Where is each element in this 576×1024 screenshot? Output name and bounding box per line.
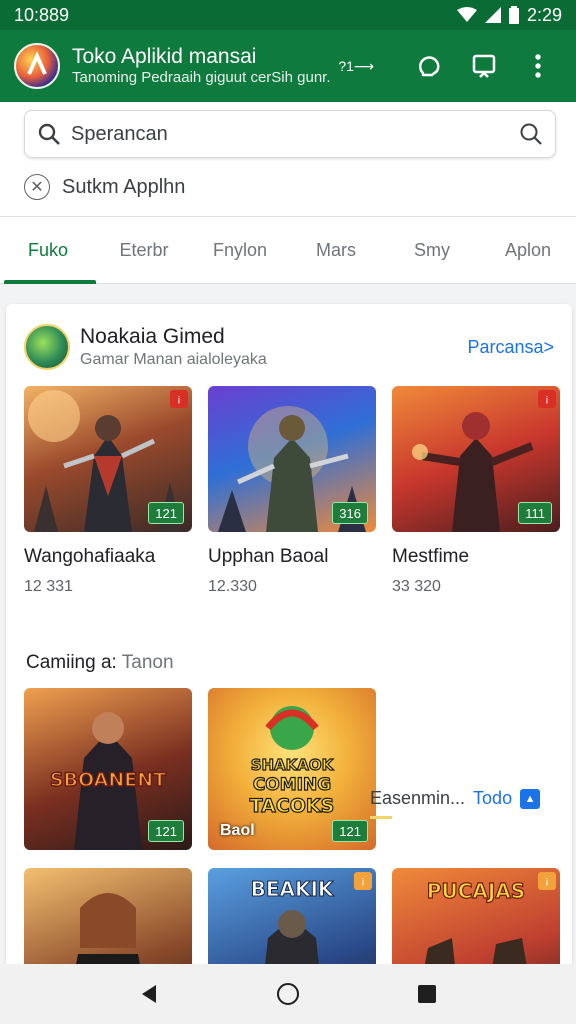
signal-icon: [484, 7, 501, 23]
battery-icon: [508, 6, 519, 24]
recents-icon: [417, 985, 436, 1003]
section-title: Noakaia Gimed: [80, 325, 225, 348]
rating-badge: 111: [518, 502, 552, 524]
game-name: Wangohafiaaka: [24, 546, 156, 567]
game-count: 12 331: [24, 578, 73, 595]
game-tile[interactable]: SHAKAOK COMING TACOKS Baol 121: [208, 688, 376, 850]
app-title-block: Toko Aplikid mansai Tanoming Pedraaih gi…: [72, 45, 338, 87]
tile-caption: Baol: [220, 822, 255, 839]
ad-badge-icon: ¡: [538, 872, 556, 890]
tab-smy[interactable]: Smy: [384, 217, 480, 283]
game-name: Upphan Baoal: [208, 546, 329, 567]
game-card[interactable]: ¡ 111 Mestfime 33 320: [392, 386, 560, 596]
game-tile[interactable]: SBOANENT 121: [24, 688, 192, 850]
accent-underline: [370, 816, 392, 819]
game-name: Mestfime: [392, 546, 470, 567]
rating-badge: 121: [148, 502, 184, 524]
tab-eterbr[interactable]: Eterbr: [96, 217, 192, 283]
recents-button[interactable]: [403, 970, 451, 1018]
search-submit-icon[interactable]: [519, 122, 543, 146]
game-tile[interactable]: BEAKIK ¡: [208, 868, 376, 964]
ad-badge-icon: ¡: [538, 390, 556, 408]
game-thumbnail[interactable]: 316: [208, 386, 376, 532]
games-card: Noakaia Gimed Gamar Manan aialoleyaka Pa…: [6, 304, 572, 964]
status-time: 10:889: [14, 4, 70, 25]
system-nav-bar: [0, 964, 576, 1024]
app-logo-icon[interactable]: [14, 43, 60, 89]
tab-fnylon[interactable]: Fnylon: [192, 217, 288, 283]
tile-title-line3: TACOKS: [250, 795, 335, 817]
tile-title-text: PUCAJAS: [427, 879, 525, 903]
todo-link[interactable]: Todo: [473, 788, 512, 809]
rating-badge: 121: [332, 820, 368, 842]
rating-badge: 121: [148, 820, 184, 842]
app-subtitle: Tanoming Pedraaih giguut cerSih gunr.: [72, 69, 331, 86]
tile-title-line1: SHAKAOK: [251, 756, 335, 774]
section2-title-text: Camiing a:: [26, 652, 117, 673]
home-icon: [276, 983, 299, 1005]
see-more-link[interactable]: Parcansa>: [467, 337, 554, 358]
game-card[interactable]: ¡ 121 Wangohafiaaka 12 331: [24, 386, 192, 596]
category-tabs: Fuko Eterbr Fnylon Mars Smy Aplon: [0, 216, 576, 284]
tile-title-line2: COMING: [253, 775, 331, 795]
install-icon[interactable]: ▲: [520, 788, 541, 809]
search-bar[interactable]: Sperancan: [24, 110, 556, 158]
tab-aplon[interactable]: Aplon: [480, 217, 576, 283]
status-bar: 10:889 2:29: [0, 0, 576, 30]
back-button[interactable]: [125, 970, 173, 1018]
section2-title-muted: Tanon: [121, 652, 174, 673]
clear-icon[interactable]: ✕: [24, 174, 50, 200]
tile-title-text: SBOANENT: [50, 769, 166, 791]
section-header: Noakaia Gimed Gamar Manan aialoleyaka Pa…: [24, 320, 554, 374]
game-card[interactable]: 316 Upphan Baoal 12.330: [208, 386, 376, 596]
section-subtitle: Gamar Manan aialoleyaka: [80, 351, 267, 368]
tile-title-text: BEAKIK: [251, 877, 335, 901]
status-clock: 2:29: [526, 4, 562, 25]
search-icon: [38, 123, 60, 145]
game-count: 12.330: [208, 578, 257, 595]
section-titles: Noakaia Gimed Gamar Manan aialoleyaka: [80, 325, 467, 369]
game-tile[interactable]: [24, 868, 192, 964]
ad-badge-icon: ¡: [170, 390, 188, 408]
content-area: Noakaia Gimed Gamar Manan aialoleyaka Pa…: [0, 284, 576, 964]
app-arrow-label: ?1⟶: [338, 57, 374, 74]
game-count: 33 320: [392, 578, 441, 595]
game-thumbnail[interactable]: ¡ 111: [392, 386, 560, 532]
back-icon: [142, 985, 157, 1003]
status-icons: 2:29: [456, 4, 562, 26]
suggestion-label: Sutkm Applhn: [62, 175, 186, 198]
refresh-icon[interactable]: [406, 42, 454, 90]
ad-badge-icon: ¡: [354, 872, 372, 890]
rating-badge: 316: [332, 502, 368, 524]
game-thumbnail[interactable]: ¡ 121: [24, 386, 192, 532]
tab-fuko[interactable]: Fuko: [0, 217, 96, 284]
more-suggestion[interactable]: Easenmin... Todo ▲: [370, 788, 541, 809]
wifi-icon: [456, 7, 477, 22]
screen-icon[interactable]: [460, 42, 508, 90]
search-input[interactable]: Sperancan: [71, 123, 519, 146]
more-suggestion-text: Easenmin...: [370, 788, 466, 808]
search-suggestion[interactable]: ✕ Sutkm Applhn: [24, 170, 185, 204]
tab-mars[interactable]: Mars: [288, 217, 384, 283]
game-tile[interactable]: PUCAJAS ¡: [392, 868, 560, 964]
section-avatar: [24, 324, 70, 370]
section2-title: Camiing a: Tanon: [26, 652, 174, 674]
app-title: Toko Aplikid mansai: [72, 45, 257, 68]
app-bar: Toko Aplikid mansai Tanoming Pedraaih gi…: [0, 30, 576, 102]
home-button[interactable]: [264, 970, 312, 1018]
more-vert-icon[interactable]: [514, 42, 562, 90]
